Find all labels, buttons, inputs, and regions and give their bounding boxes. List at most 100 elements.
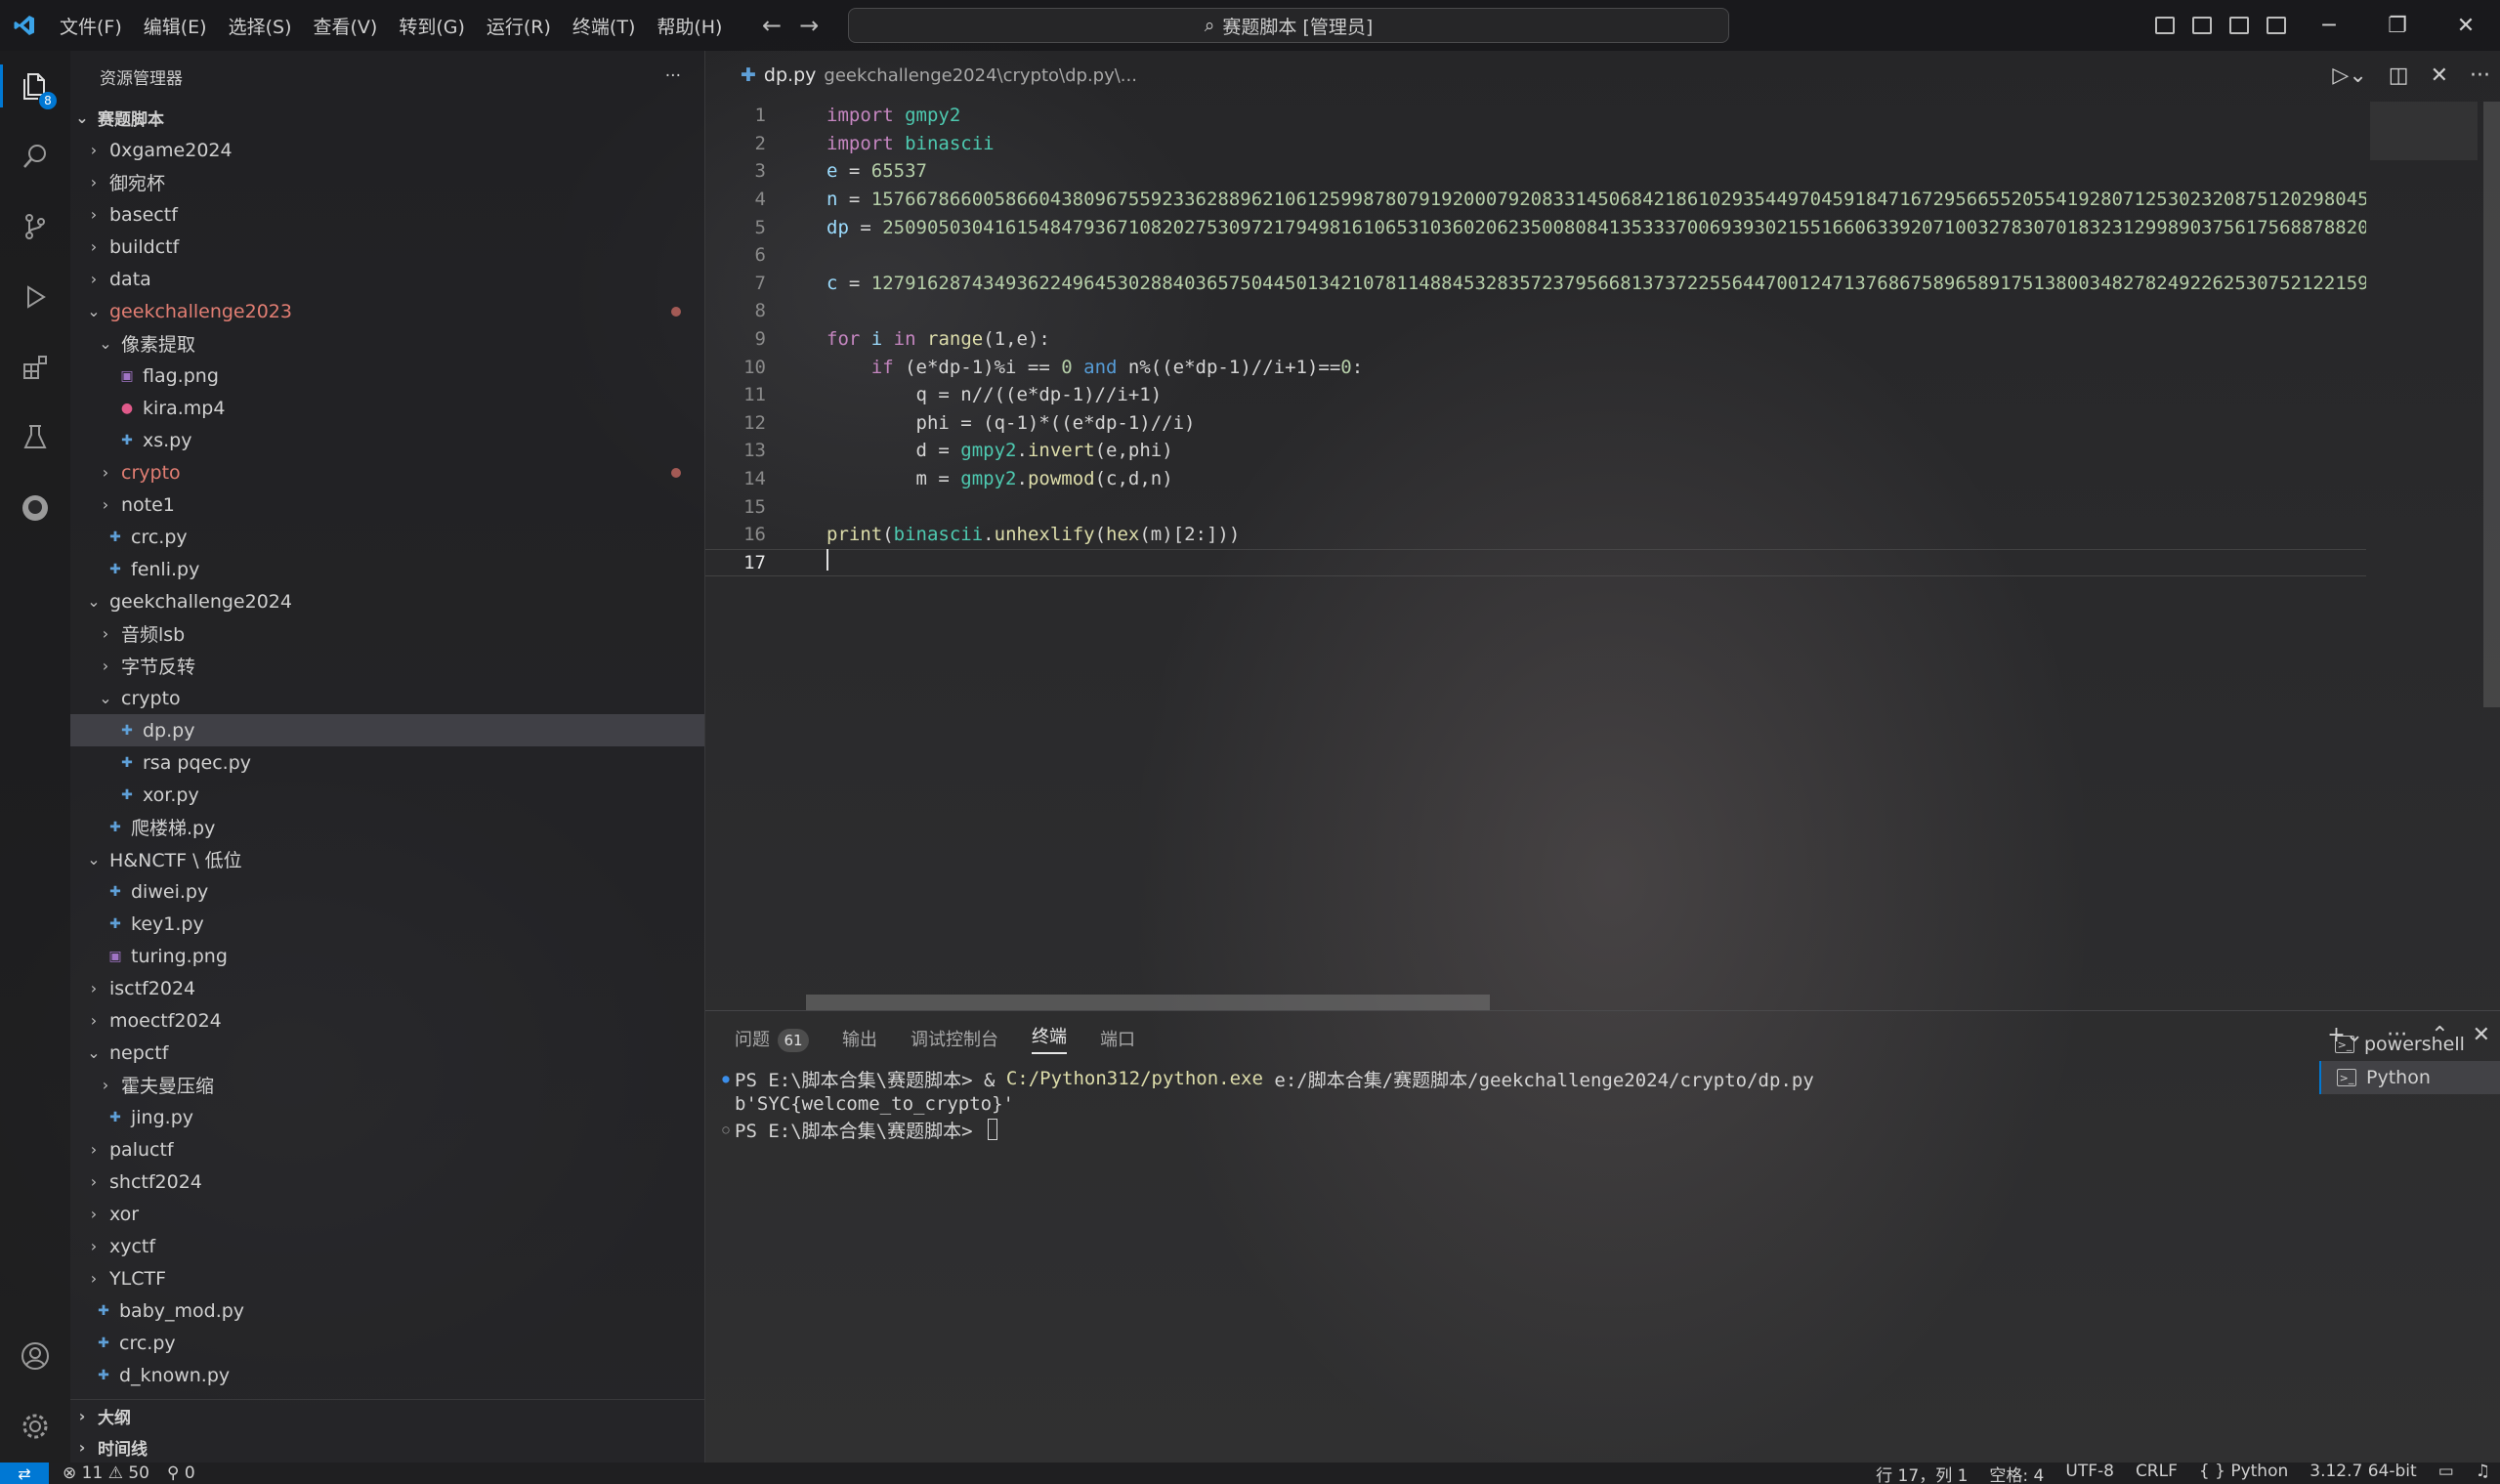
terminal-item-python[interactable]: >_ Python [2319, 1061, 2500, 1094]
notifications-bell-icon[interactable]: ♫ [2476, 1462, 2490, 1484]
feedback-icon[interactable]: ▭ [2438, 1462, 2454, 1484]
tree-item[interactable]: ✚ crc.py [70, 1327, 704, 1359]
tree-item[interactable]: › 音频lsb [70, 617, 704, 650]
breadcrumb[interactable]: geekchallenge2024\crypto\dp.py\... [824, 65, 1137, 86]
tree-item[interactable]: ▣ turing.png [70, 940, 704, 972]
remote-icon[interactable]: ⇄ [0, 1463, 49, 1484]
problems-status[interactable]: ⊗ 11 ⚠ 50 [63, 1463, 149, 1483]
cursor-position[interactable]: 行 17，列 1 [1876, 1462, 1968, 1484]
tree-item[interactable]: ✚ key1.py [70, 908, 704, 940]
minimize-icon[interactable]: ─ [2295, 0, 2363, 51]
back-arrow-icon[interactable]: ← [762, 12, 782, 39]
tree-item[interactable]: ⌄ geekchallenge2024 [70, 585, 704, 617]
testing-flask-icon[interactable] [0, 403, 70, 473]
command-center-search[interactable]: ⌕ 赛题脚本 [管理员] [848, 8, 1729, 43]
more-actions-icon[interactable]: ··· [2470, 64, 2490, 88]
tree-item[interactable]: ✚ fenli.py [70, 553, 704, 585]
close-editor-icon[interactable]: ✕ [2431, 64, 2448, 88]
tree-item[interactable]: › xor [70, 1198, 704, 1230]
terminal-item-powershell[interactable]: >_ powershell [2319, 1028, 2500, 1061]
tree-item[interactable]: › buildctf [70, 231, 704, 263]
tree-item[interactable]: › isctf2024 [70, 972, 704, 1004]
search-view-icon[interactable] [0, 121, 70, 191]
tree-item[interactable]: › basectf [70, 198, 704, 231]
tree-item[interactable]: › data [70, 263, 704, 295]
tree-item[interactable]: ⌄ 像素提取 [70, 327, 704, 360]
explorer-icon[interactable]: 8 [0, 51, 70, 121]
tree-item[interactable]: ▣ flag.png [70, 360, 704, 392]
menu-view[interactable]: 查看(V) [303, 13, 389, 39]
tree-item[interactable]: ✚ diwei.py [70, 875, 704, 908]
end-of-line[interactable]: CRLF [2136, 1462, 2178, 1484]
github-icon[interactable] [0, 473, 70, 543]
menu-run[interactable]: 运行(R) [476, 13, 562, 39]
code-editor[interactable]: 1 import gmpy2 2 import binascii 3e = 6553… [705, 102, 2366, 1000]
menu-go[interactable]: 转到(G) [388, 13, 476, 39]
tree-item[interactable]: ✚ rsa pqec.py [70, 746, 704, 779]
tree-item[interactable]: › crypto [70, 456, 704, 488]
tree-item[interactable]: ⌄ crypto [70, 682, 704, 714]
account-icon[interactable] [0, 1321, 70, 1391]
tree-item[interactable]: › note1 [70, 488, 704, 521]
tree-item-selected[interactable]: ✚ dp.py [70, 714, 704, 746]
tree-item[interactable]: › 霍夫曼压缩 [70, 1069, 704, 1101]
tree-root[interactable]: ⌄ 赛题脚本 [70, 102, 704, 134]
tree-item[interactable]: › 御宛杯 [70, 166, 704, 198]
tab-dp-py[interactable]: ✚ dp.py geekchallenge2024\crypto\dp.py\.… [705, 64, 1137, 86]
menu-file[interactable]: 文件(F) [49, 13, 133, 39]
tree-item[interactable]: ● kira.mp4 [70, 392, 704, 424]
minimap[interactable] [2370, 102, 2478, 160]
source-control-icon[interactable] [0, 191, 70, 262]
tree-item[interactable]: ✚ xs.py [70, 424, 704, 456]
outline-section[interactable]: › 大纲 [70, 1399, 704, 1431]
terminal-output[interactable]: ● PS E:\脚本合集\赛题脚本> & C:/Python312/python.… [705, 1066, 2500, 1142]
tree-item[interactable]: ⌄ H&NCTF \ 低位 [70, 843, 704, 875]
encoding[interactable]: UTF-8 [2065, 1462, 2114, 1484]
editor-horizontal-scrollbar[interactable] [806, 995, 1490, 1010]
tab-debug-console[interactable]: 调试控制台 [911, 1026, 998, 1051]
tree-item[interactable]: ✚ xor.py [70, 779, 704, 811]
close-window-icon[interactable]: ✕ [2432, 0, 2500, 51]
tree-item[interactable]: ⌄ nepctf [70, 1037, 704, 1069]
timeline-section[interactable]: › 时间线 [70, 1431, 704, 1463]
indentation[interactable]: 空格: 4 [1989, 1462, 2044, 1484]
tree-item[interactable]: ✚ crc.py [70, 521, 704, 553]
tab-ports[interactable]: 端口 [1100, 1026, 1135, 1051]
ports-status[interactable]: ⚲ 0 [167, 1463, 195, 1483]
tab-terminal[interactable]: 终端 [1032, 1023, 1067, 1054]
tree-item[interactable]: ✚ 爬楼梯.py [70, 811, 704, 843]
tree-item[interactable]: ⌄ geekchallenge2023 [70, 295, 704, 327]
settings-gear-icon[interactable] [0, 1391, 70, 1462]
tab-output[interactable]: 输出 [842, 1026, 877, 1051]
menu-edit[interactable]: 编辑(E) [133, 13, 218, 39]
run-python-file-icon[interactable]: ▷⌄ [2332, 64, 2366, 88]
customize-layout-icon[interactable] [2258, 0, 2295, 51]
editor-vertical-scrollbar[interactable] [2483, 102, 2500, 707]
toggle-primary-sidebar-icon[interactable] [2146, 0, 2183, 51]
more-actions-icon[interactable]: ··· [665, 66, 681, 86]
restore-icon[interactable]: ❐ [2363, 0, 2432, 51]
tree-item[interactable]: › shctf2024 [70, 1166, 704, 1198]
tree-item[interactable]: › paluctf [70, 1133, 704, 1166]
keyword: in [893, 328, 916, 351]
toggle-secondary-sidebar-icon[interactable] [2221, 0, 2258, 51]
tree-item[interactable]: ✚ d_known.py [70, 1359, 704, 1391]
tree-item[interactable]: › 0xgame2024 [70, 134, 704, 166]
menu-terminal[interactable]: 终端(T) [562, 13, 646, 39]
run-debug-icon[interactable] [0, 262, 70, 332]
toggle-panel-icon[interactable] [2183, 0, 2221, 51]
tree-item[interactable]: › moectf2024 [70, 1004, 704, 1037]
extensions-icon[interactable] [0, 332, 70, 403]
language-mode[interactable]: { } Python [2199, 1462, 2288, 1484]
python-interpreter[interactable]: 3.12.7 64-bit [2309, 1462, 2416, 1484]
tree-item[interactable]: › 字节反转 [70, 650, 704, 682]
split-editor-icon[interactable]: ◫ [2389, 64, 2409, 88]
tree-item[interactable]: ✚ jing.py [70, 1101, 704, 1133]
tab-problems[interactable]: 问题 61 [735, 1026, 809, 1052]
tree-item[interactable]: › xyctf [70, 1230, 704, 1262]
tree-item[interactable]: ✚ baby_mod.py [70, 1294, 704, 1327]
forward-arrow-icon[interactable]: → [799, 12, 819, 39]
menu-selection[interactable]: 选择(S) [218, 13, 303, 39]
tree-item[interactable]: › YLCTF [70, 1262, 704, 1294]
menu-help[interactable]: 帮助(H) [646, 13, 733, 39]
